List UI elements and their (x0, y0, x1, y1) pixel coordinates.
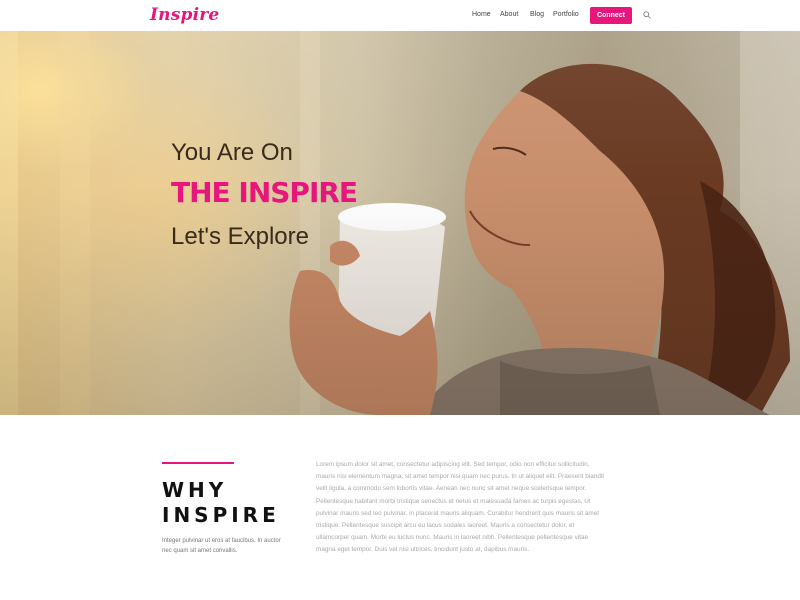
nav-link-blog[interactable]: Blog (530, 11, 544, 18)
hero-heading-line3: Let's Explore (171, 223, 309, 250)
section-divider (162, 462, 234, 464)
hero-heading-brand: The Inspire (171, 176, 358, 209)
hero-banner (0, 31, 800, 415)
why-subtext: Integer pulvinar ut eros at faucibus. In… (162, 538, 281, 554)
why-title-line1: WHY (162, 478, 228, 502)
why-title-line2: INSPIRE (162, 503, 280, 527)
nav-link-portfolio[interactable]: Portfolio (553, 11, 579, 18)
why-body-paragraph: Lorem ipsum dolor sit amet, consectetur … (316, 461, 605, 554)
hero-heading-line1: You Are On (171, 139, 293, 166)
why-inspire-title: WHY INSPIRE (162, 478, 282, 528)
connect-button[interactable]: Connect (590, 7, 632, 24)
site-logo[interactable]: Inspire (150, 5, 219, 25)
hero-overlay (0, 31, 800, 415)
nav-link-home[interactable]: Home (472, 11, 491, 18)
nav-link-about[interactable]: About (500, 11, 518, 18)
site-header: Inspire Home About Blog Portfolio Connec… (0, 0, 800, 31)
search-icon[interactable] (643, 11, 651, 19)
